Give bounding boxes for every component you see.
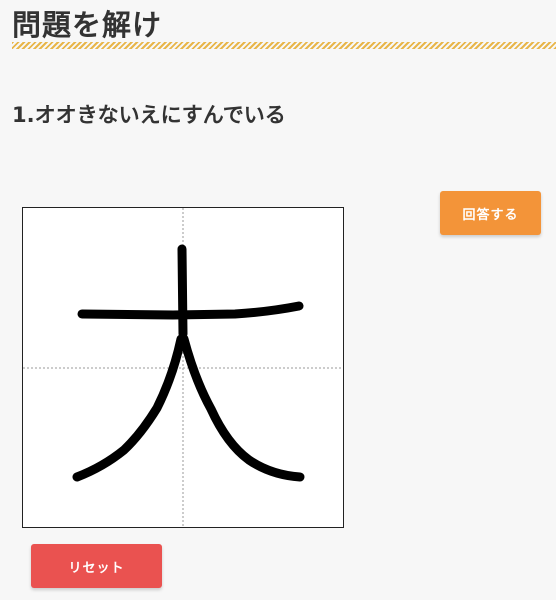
stroke-horizontal	[77, 301, 304, 320]
answer-button[interactable]: 回答する	[440, 191, 541, 235]
handwritten-strokes	[72, 244, 305, 482]
question-text: 1.オオきないえにすんでいる	[12, 103, 286, 127]
reset-button[interactable]: リセット	[31, 544, 162, 588]
drawing-canvas[interactable]	[22, 207, 344, 528]
page-title: 問題を解け	[12, 8, 163, 42]
title-underline	[12, 42, 556, 49]
stroke-vertical	[177, 244, 188, 339]
stroke-left-sweep	[72, 334, 186, 482]
stroke-right-sweep	[179, 334, 305, 482]
